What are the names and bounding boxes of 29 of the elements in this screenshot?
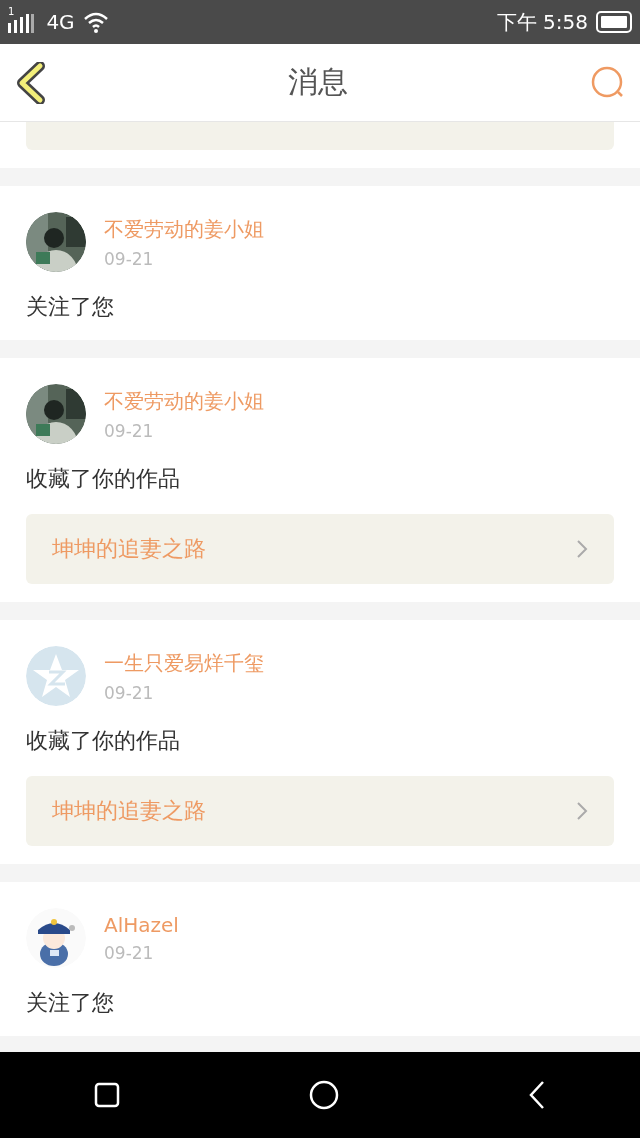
chevron-right-icon xyxy=(576,539,588,559)
battery-icon xyxy=(596,11,632,33)
chevron-right-icon xyxy=(576,801,588,821)
work-card[interactable]: 坤坤的追妻之路 xyxy=(26,514,614,584)
home-icon[interactable] xyxy=(309,1080,339,1110)
message-date: 09-21 xyxy=(104,248,155,269)
message-text: 收藏了你的作品 xyxy=(26,465,181,493)
user-name[interactable]: AlHazel xyxy=(104,913,179,937)
page-title: 消息 xyxy=(288,63,348,101)
message-text: 收藏了你的作品 xyxy=(26,727,181,755)
message-text: 关注了您 xyxy=(26,293,115,321)
message-text: 关注了您 xyxy=(26,989,115,1017)
message-date: 09-21 xyxy=(104,943,155,963)
back-icon[interactable] xyxy=(16,61,46,104)
signal-label: 1 xyxy=(8,5,15,17)
default-avatar-icon xyxy=(26,646,86,706)
work-title: 坤坤的追妻之路 xyxy=(52,797,206,825)
user-name[interactable]: 不爱劳动的姜小姐 xyxy=(104,387,264,415)
network-type: 4G xyxy=(46,10,75,34)
back-icon[interactable] xyxy=(527,1080,546,1110)
user-name[interactable]: 不爱劳动的姜小姐 xyxy=(104,215,264,243)
work-card[interactable]: 坤坤的追妻之路 xyxy=(26,776,614,846)
user-name[interactable]: 一生只爱易烊千玺 xyxy=(104,649,264,677)
square-icon[interactable] xyxy=(94,1082,121,1108)
wifi-icon xyxy=(82,11,109,33)
message-date: 09-21 xyxy=(104,682,155,703)
work-title: 坤坤的追妻之路 xyxy=(52,535,206,563)
message-date: 09-21 xyxy=(104,420,155,441)
clock: 下午 5:58 xyxy=(496,8,588,36)
